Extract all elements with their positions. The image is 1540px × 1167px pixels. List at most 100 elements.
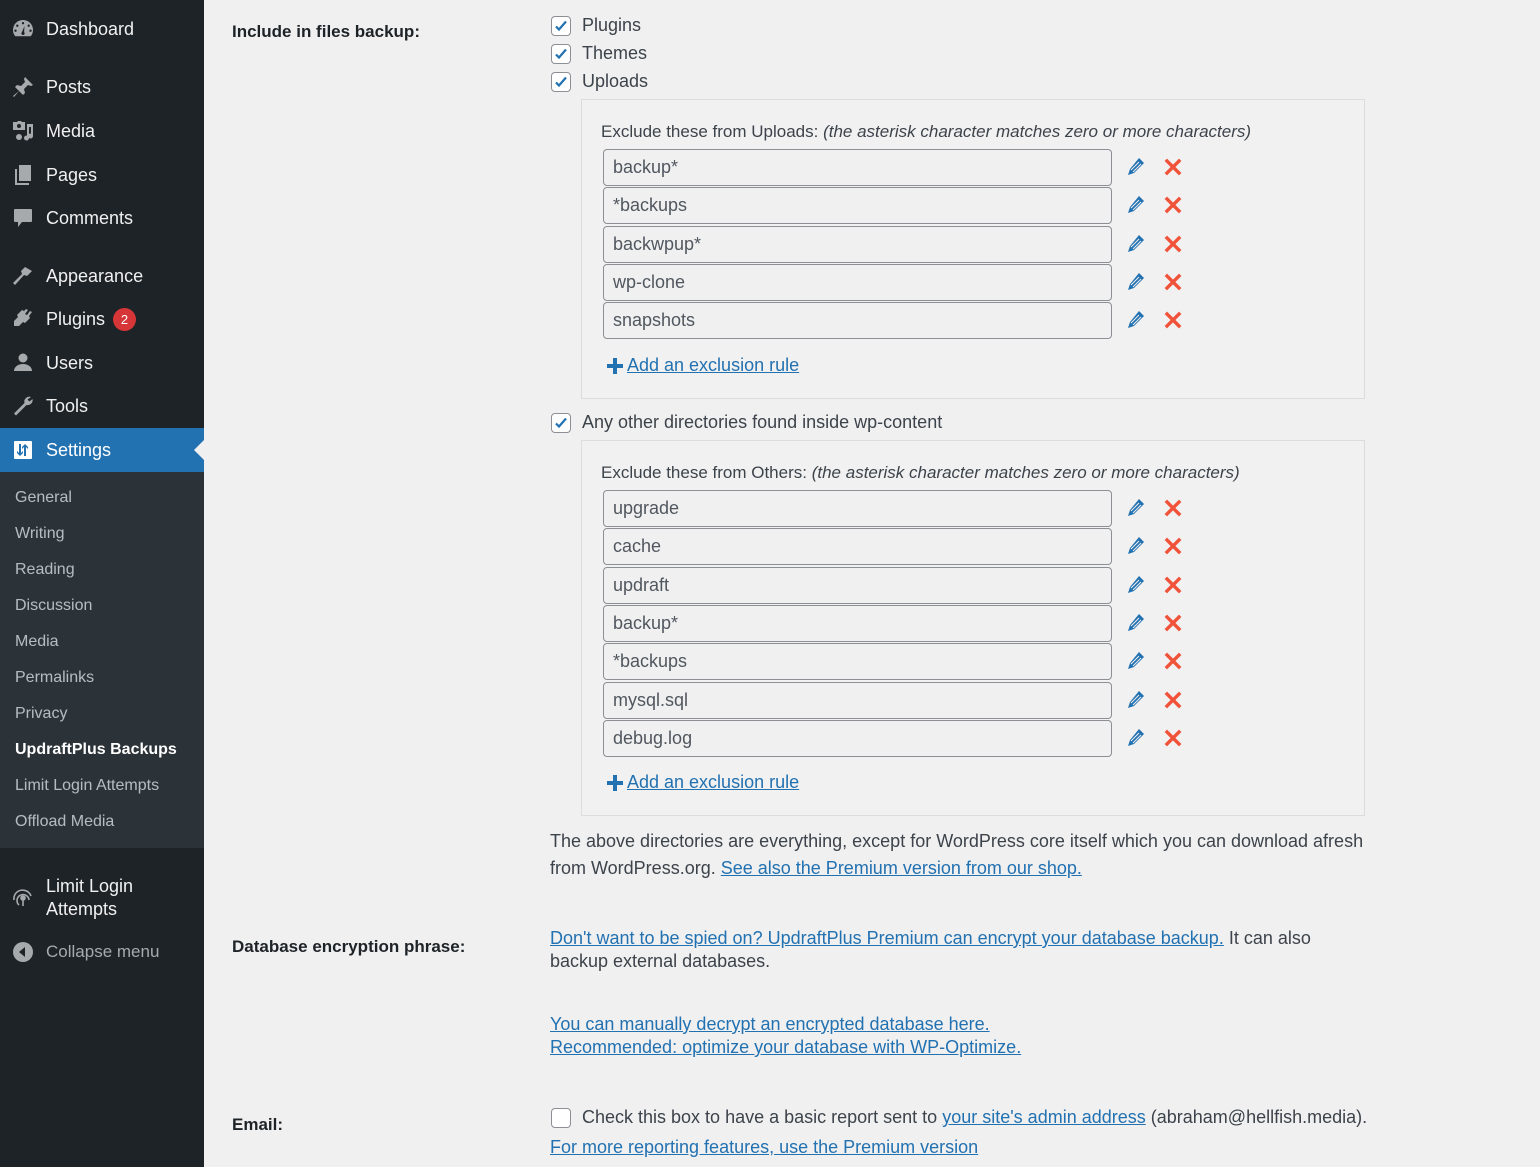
menu-limit-login-attempts[interactable]: Limit Login Attempts [0, 872, 204, 924]
delete-x-icon[interactable] [1164, 691, 1182, 709]
settings-icon [0, 438, 46, 462]
wp-optimize-link[interactable]: Recommended: optimize your database with… [550, 1037, 1021, 1057]
delete-x-icon[interactable] [1164, 614, 1182, 632]
plugins-checkbox[interactable] [551, 15, 571, 36]
uploads-add-exclusion-rule[interactable]: Add an exclusion rule [606, 355, 799, 376]
exclusion-rule-input[interactable] [603, 263, 1112, 301]
exclusion-rule-row [603, 719, 1203, 757]
pencil-icon[interactable] [1125, 728, 1145, 748]
menu-comments[interactable]: Comments [0, 198, 204, 238]
delete-x-icon[interactable] [1164, 196, 1182, 214]
include-others-option: Any other directories found inside wp-co… [551, 412, 942, 433]
menu-appearance[interactable]: Appearance [0, 256, 204, 296]
menu-posts[interactable]: Posts [0, 67, 204, 107]
exclusion-rule-input[interactable] [603, 187, 1112, 225]
exclusion-rule-input[interactable] [603, 490, 1112, 527]
delete-x-icon[interactable] [1164, 235, 1182, 253]
pencil-icon[interactable] [1125, 613, 1145, 633]
exclusion-rule-input[interactable] [603, 149, 1112, 186]
pencil-icon[interactable] [1125, 651, 1145, 671]
menu-label: Media [46, 120, 96, 141]
email-report-checkbox[interactable] [551, 1107, 571, 1128]
exclusion-rule-row [603, 604, 1203, 642]
delete-x-icon[interactable] [1164, 311, 1182, 329]
pencil-icon[interactable] [1125, 690, 1145, 710]
collapse-menu-button[interactable]: Collapse menu [0, 932, 204, 972]
include-themes-option: Themes [551, 43, 647, 64]
submenu-permalinks[interactable]: Permalinks [0, 660, 204, 696]
submenu-reading[interactable]: Reading [0, 552, 204, 588]
uploads-checkbox[interactable] [551, 71, 571, 92]
pencil-icon[interactable] [1125, 157, 1145, 177]
delete-x-icon[interactable] [1164, 729, 1182, 747]
comment-icon [0, 206, 46, 230]
menu-dashboard[interactable]: Dashboard [0, 9, 204, 49]
exclusion-rule-input[interactable] [603, 681, 1112, 719]
menu-label: Plugins [46, 308, 106, 329]
others-exclusion-title: Exclude these from Others: (the asterisk… [601, 463, 1240, 483]
pencil-icon[interactable] [1125, 234, 1145, 254]
menu-label: Posts [46, 76, 92, 97]
exclusion-rule-input[interactable] [603, 719, 1112, 757]
pencil-icon[interactable] [1125, 498, 1145, 518]
premium-shop-link[interactable]: See also the Premium version from our sh… [721, 858, 1082, 878]
delete-x-icon[interactable] [1164, 537, 1182, 555]
delete-x-icon[interactable] [1164, 158, 1182, 176]
submenu-media[interactable]: Media [0, 624, 204, 660]
menu-plugins[interactable]: Plugins 2 [0, 299, 204, 339]
submenu-privacy[interactable]: Privacy [0, 696, 204, 732]
menu-users[interactable]: Users [0, 343, 204, 383]
email-text-after: (abraham@hellfish.media). [1150, 1107, 1368, 1127]
exclusion-rule-input[interactable] [603, 566, 1112, 604]
delete-x-icon[interactable] [1164, 273, 1182, 291]
exclusion-rule-input[interactable] [603, 643, 1112, 681]
dashboard-icon [0, 17, 46, 41]
exclusion-rule-input[interactable] [603, 528, 1112, 566]
add-rule-link[interactable]: Add an exclusion rule [627, 355, 799, 376]
menu-label: Limit Login Attempts [46, 875, 133, 921]
menu-media[interactable]: Media [0, 111, 204, 151]
submenu-offload-media[interactable]: Offload Media [0, 804, 204, 840]
encrypt-premium-link[interactable]: Don't want to be spied on? UpdraftPlus P… [550, 928, 1224, 948]
submenu-discussion[interactable]: Discussion [0, 588, 204, 624]
exclusion-rule-input[interactable] [603, 302, 1112, 340]
delete-x-icon[interactable] [1164, 576, 1182, 594]
others-add-exclusion-rule[interactable]: Add an exclusion rule [606, 772, 799, 793]
menu-label: Dashboard [46, 18, 135, 39]
admin-address-link[interactable]: your site's admin address [942, 1107, 1146, 1127]
plugin-icon [0, 307, 46, 331]
pencil-icon[interactable] [1125, 195, 1145, 215]
pencil-icon[interactable] [1125, 310, 1145, 330]
menu-label-line2: Attempts [46, 899, 118, 919]
pencil-icon[interactable] [1125, 536, 1145, 556]
pencil-icon[interactable] [1125, 575, 1145, 595]
exclusion-rule-row [603, 302, 1203, 340]
others-checkbox[interactable] [551, 412, 571, 433]
submenu-writing[interactable]: Writing [0, 516, 204, 552]
exclusion-rule-input[interactable] [603, 604, 1112, 642]
add-rule-link[interactable]: Add an exclusion rule [627, 772, 799, 793]
reporting-premium-link[interactable]: For more reporting features, use the Pre… [550, 1137, 978, 1157]
menu-tools[interactable]: Tools [0, 386, 204, 426]
themes-checkbox[interactable] [551, 43, 571, 64]
others-label: Any other directories found inside wp-co… [582, 412, 943, 432]
menu-pages[interactable]: Pages [0, 155, 204, 195]
admin-sidebar: Dashboard Posts Media Pages Comments App… [0, 0, 204, 1167]
settings-submenu: General Writing Reading Discussion Media… [0, 472, 204, 848]
exclusion-rule-row [603, 187, 1203, 225]
delete-x-icon[interactable] [1164, 652, 1182, 670]
decrypt-link[interactable]: You can manually decrypt an encrypted da… [550, 1014, 990, 1034]
submenu-limit-login-attempts[interactable]: Limit Login Attempts [0, 768, 204, 804]
uploads-label: Uploads [582, 71, 649, 91]
pin-icon [0, 75, 46, 99]
menu-settings[interactable]: Settings [0, 428, 204, 472]
email-premium: For more reporting features, use the Pre… [550, 1134, 1370, 1161]
delete-x-icon[interactable] [1164, 499, 1182, 517]
submenu-general[interactable]: General [0, 480, 204, 516]
pencil-icon[interactable] [1125, 272, 1145, 292]
exclusion-rule-row [603, 681, 1203, 719]
menu-label: Settings [46, 439, 112, 460]
menu-label: Pages [46, 164, 98, 185]
exclusion-rule-input[interactable] [603, 225, 1112, 263]
submenu-updraftplus-backups[interactable]: UpdraftPlus Backups [0, 732, 204, 768]
